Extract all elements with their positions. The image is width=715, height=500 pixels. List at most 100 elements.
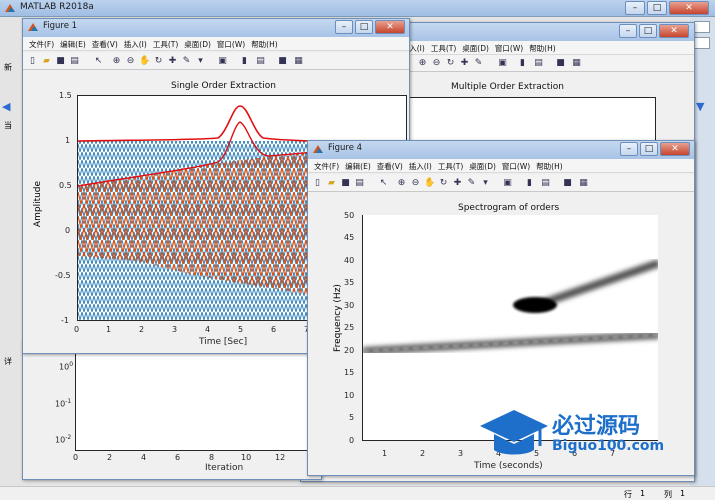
menu-window[interactable]: 窗口(W) [495, 43, 523, 54]
colorbar-icon[interactable]: ▮ [239, 56, 250, 67]
menu-view[interactable]: 查看(V) [92, 39, 118, 50]
brush-icon[interactable]: ✎ [466, 178, 477, 189]
zoom-in-icon[interactable]: ⊕ [111, 56, 122, 67]
menu-tools[interactable]: 工具(T) [431, 43, 456, 54]
ytick-log-1: 100 [59, 361, 74, 372]
maximize-icon[interactable]: □ [639, 24, 657, 38]
colorbar-icon[interactable]: ▮ [517, 58, 528, 69]
menu-view[interactable]: 查看(V) [377, 161, 403, 172]
figure-1-title-bar[interactable]: Figure 1 – □ ✕ [23, 19, 409, 37]
zoom-out-icon[interactable]: ⊖ [125, 56, 136, 67]
left-stub-label-new: 新 [4, 63, 12, 72]
brush-icon[interactable]: ✎ [473, 58, 484, 69]
minimize-icon[interactable]: – [625, 1, 645, 15]
xtick-iter-2: 2 [107, 453, 113, 462]
xtick-1: 1 [106, 325, 112, 334]
figure-3-axes[interactable] [75, 353, 315, 451]
data-cursor-icon[interactable]: ✚ [167, 56, 178, 67]
hide-plot-tools-icon[interactable]: ■ [555, 58, 566, 69]
legend-icon[interactable]: ▤ [540, 178, 551, 189]
legend-icon[interactable]: ▤ [533, 58, 544, 69]
new-figure-icon[interactable]: ▯ [312, 178, 323, 189]
menu-help[interactable]: 帮助(H) [529, 43, 556, 54]
matlab-title-bar[interactable]: MATLAB R2018a – □ ✕ [0, 0, 715, 17]
dropdown-icon[interactable]: ▾ [195, 56, 206, 67]
back-arrow-icon[interactable]: ◀ [2, 100, 14, 113]
data-cursor-icon[interactable]: ✚ [452, 178, 463, 189]
zoom-in-icon[interactable]: ⊕ [396, 178, 407, 189]
show-plot-tools-icon[interactable]: ▦ [578, 178, 589, 189]
minimize-icon[interactable]: – [619, 24, 637, 38]
show-plot-tools-icon[interactable]: ▦ [293, 56, 304, 67]
new-figure-icon[interactable]: ▯ [27, 56, 38, 67]
ytick-5: 5 [349, 413, 355, 422]
figure-3-window[interactable]: 100 10-1 10-2 0 2 4 6 8 10 12 14 Iterati… [22, 340, 322, 480]
print-icon[interactable]: ▤ [69, 56, 80, 67]
save-icon[interactable]: ■ [55, 56, 66, 67]
colorbar-icon[interactable]: ▮ [524, 178, 535, 189]
open-file-icon[interactable]: ▰ [326, 178, 337, 189]
open-file-icon[interactable]: ▰ [41, 56, 52, 67]
maximize-icon[interactable] [694, 37, 710, 49]
menu-insert[interactable]: 插入(I) [124, 39, 147, 50]
menu-help[interactable]: 帮助(H) [536, 161, 563, 172]
menu-desktop[interactable]: 桌面(D) [469, 161, 496, 172]
close-icon[interactable]: ✕ [669, 1, 709, 15]
menu-desktop[interactable]: 桌面(D) [184, 39, 211, 50]
status-row-label: 行 [624, 490, 632, 499]
menu-window[interactable]: 窗口(W) [502, 161, 530, 172]
hide-plot-tools-icon[interactable]: ■ [277, 56, 288, 67]
close-icon[interactable]: ✕ [660, 142, 690, 156]
zoom-out-icon[interactable]: ⊖ [410, 178, 421, 189]
dropdown-icon[interactable]: ▾ [480, 178, 491, 189]
xtick-0: 0 [74, 325, 80, 334]
show-plot-tools-icon[interactable]: ▦ [571, 58, 582, 69]
menu-help[interactable]: 帮助(H) [251, 39, 278, 50]
ytick-log-2: 10-1 [55, 398, 72, 409]
zoom-in-icon[interactable]: ⊕ [417, 58, 428, 69]
menu-tools[interactable]: 工具(T) [438, 161, 463, 172]
menu-file[interactable]: 文件(F) [29, 39, 54, 50]
figure-4-xlabel: Time (seconds) [474, 461, 543, 471]
pointer-icon[interactable]: ↖ [93, 56, 104, 67]
expand-arrow-icon[interactable]: ▼ [696, 100, 708, 113]
link-icon[interactable]: ▣ [217, 56, 228, 67]
minimize-icon[interactable]: – [620, 142, 638, 156]
link-icon[interactable]: ▣ [497, 58, 508, 69]
hide-plot-tools-icon[interactable]: ■ [562, 178, 573, 189]
pointer-icon[interactable]: ↖ [378, 178, 389, 189]
rotate-icon[interactable]: ↻ [153, 56, 164, 67]
menu-edit[interactable]: 编辑(E) [345, 161, 371, 172]
maximize-icon[interactable]: □ [647, 1, 667, 15]
figure-4-title-bar[interactable]: Figure 4 – □ ✕ [308, 141, 694, 159]
menu-window[interactable]: 窗口(W) [217, 39, 245, 50]
watermark-brand: 必过源码 [552, 414, 641, 439]
link-icon[interactable]: ▣ [502, 178, 513, 189]
watermark-logo: 必过源码 Biguo100.com [478, 406, 678, 462]
zoom-out-icon[interactable]: ⊖ [431, 58, 442, 69]
rotate-icon[interactable]: ↻ [445, 58, 456, 69]
figure-1-toolbar: ▯ ▰ ■ ▤ ↖ ⊕ ⊖ ✋ ↻ ✚ ✎ ▾ ▣ ▮ ▤ ■ ▦ [23, 53, 409, 70]
data-cursor-icon[interactable]: ✚ [459, 58, 470, 69]
restore-icon[interactable] [694, 21, 710, 33]
menu-tools[interactable]: 工具(T) [153, 39, 178, 50]
maximize-icon[interactable]: □ [640, 142, 658, 156]
save-icon[interactable]: ■ [340, 178, 351, 189]
print-icon[interactable]: ▤ [354, 178, 365, 189]
minimize-icon[interactable]: – [335, 20, 353, 34]
menu-desktop[interactable]: 桌面(D) [462, 43, 489, 54]
maximize-icon[interactable]: □ [355, 20, 373, 34]
brush-icon[interactable]: ✎ [181, 56, 192, 67]
rotate-icon[interactable]: ↻ [438, 178, 449, 189]
legend-icon[interactable]: ▤ [255, 56, 266, 67]
close-icon[interactable]: ✕ [659, 24, 689, 38]
pan-hand-icon[interactable]: ✋ [139, 56, 150, 67]
menu-insert[interactable]: 插入(I) [409, 161, 432, 172]
menu-file[interactable]: 文件(F) [314, 161, 339, 172]
pan-hand-icon[interactable]: ✋ [424, 178, 435, 189]
matlab-title: MATLAB R2018a [20, 2, 94, 12]
close-icon[interactable]: ✕ [375, 20, 405, 34]
ytick-neg1: -1 [61, 316, 69, 325]
ytick-20: 20 [344, 346, 355, 355]
menu-edit[interactable]: 编辑(E) [60, 39, 86, 50]
